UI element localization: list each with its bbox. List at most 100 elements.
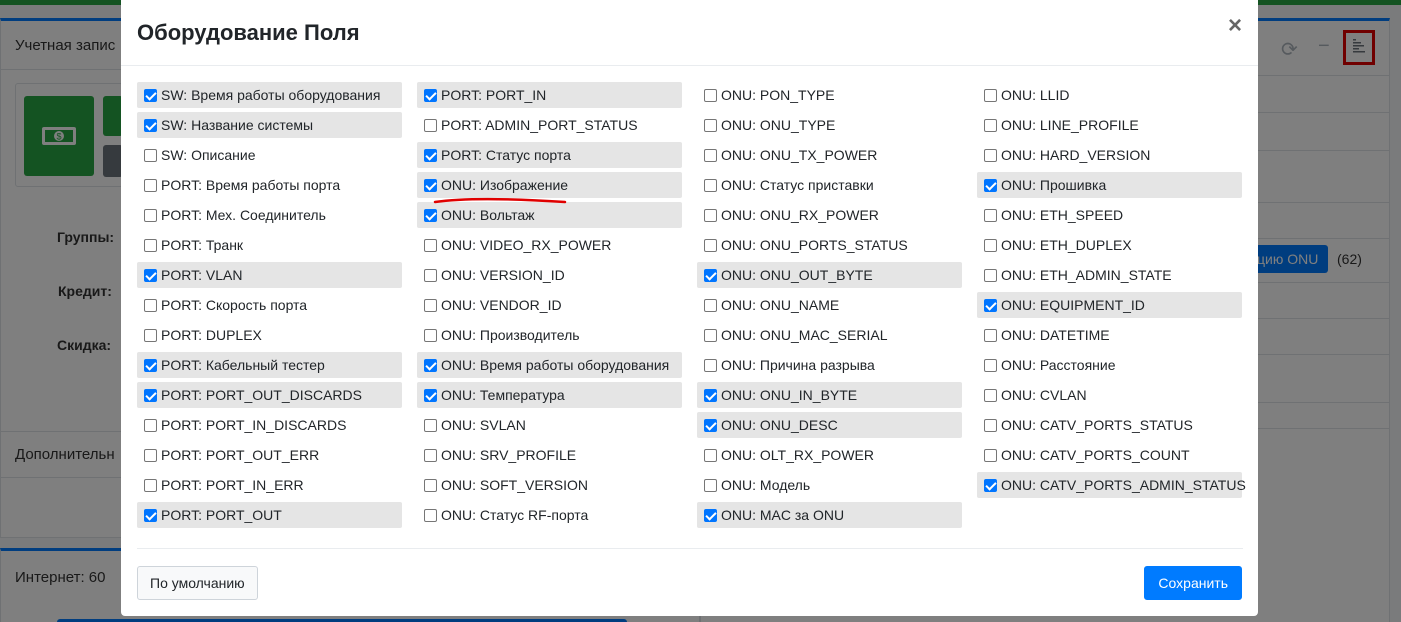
field-option[interactable]: PORT: PORT_IN bbox=[417, 82, 682, 108]
field-option[interactable]: PORT: Время работы порта bbox=[137, 172, 402, 198]
field-option[interactable]: SW: Название системы bbox=[137, 112, 402, 138]
checkbox-unchecked[interactable] bbox=[984, 88, 997, 102]
field-option[interactable]: ONU: ONU_OUT_BYTE bbox=[697, 262, 962, 288]
checkbox-unchecked[interactable] bbox=[144, 448, 157, 462]
field-option[interactable]: PORT: PORT_OUT_ERR bbox=[137, 442, 402, 468]
field-option[interactable]: ONU: ONU_MAC_SERIAL bbox=[697, 322, 962, 348]
field-option[interactable]: ONU: VENDOR_ID bbox=[417, 292, 682, 318]
checkbox-unchecked[interactable] bbox=[704, 358, 717, 372]
checkbox-unchecked[interactable] bbox=[424, 508, 437, 522]
checkbox-unchecked[interactable] bbox=[144, 298, 157, 312]
checkbox-unchecked[interactable] bbox=[144, 418, 157, 432]
field-option[interactable]: ONU: ONU_DESC bbox=[697, 412, 962, 438]
checkbox-checked[interactable] bbox=[424, 178, 437, 192]
checkbox-unchecked[interactable] bbox=[424, 298, 437, 312]
checkbox-unchecked[interactable] bbox=[984, 148, 997, 162]
checkbox-checked[interactable] bbox=[424, 208, 437, 222]
field-option[interactable]: ONU: ETH_SPEED bbox=[977, 202, 1242, 228]
field-option[interactable]: PORT: VLAN bbox=[137, 262, 402, 288]
checkbox-unchecked[interactable] bbox=[144, 328, 157, 342]
field-option[interactable]: ONU: ONU_TYPE bbox=[697, 112, 962, 138]
field-option[interactable]: ONU: CATV_PORTS_STATUS bbox=[977, 412, 1242, 438]
field-option[interactable]: ONU: Время работы оборудования bbox=[417, 352, 682, 378]
checkbox-checked[interactable] bbox=[424, 388, 437, 402]
field-option[interactable]: ONU: LLID bbox=[977, 82, 1242, 108]
field-option[interactable]: ONU: HARD_VERSION bbox=[977, 142, 1242, 168]
checkbox-unchecked[interactable] bbox=[704, 298, 717, 312]
checkbox-checked[interactable] bbox=[144, 268, 157, 282]
checkbox-unchecked[interactable] bbox=[424, 268, 437, 282]
field-option[interactable]: ONU: EQUIPMENT_ID bbox=[977, 292, 1242, 318]
field-option[interactable]: ONU: CATV_PORTS_COUNT bbox=[977, 442, 1242, 468]
field-option[interactable]: ONU: ETH_DUPLEX bbox=[977, 232, 1242, 258]
checkbox-unchecked[interactable] bbox=[704, 478, 717, 492]
field-option[interactable]: ONU: Причина разрыва bbox=[697, 352, 962, 378]
field-option[interactable]: ONU: Изображение bbox=[417, 172, 682, 198]
field-option[interactable]: ONU: Производитель bbox=[417, 322, 682, 348]
field-option[interactable]: PORT: DUPLEX bbox=[137, 322, 402, 348]
checkbox-unchecked[interactable] bbox=[984, 448, 997, 462]
field-option[interactable]: ONU: SRV_PROFILE bbox=[417, 442, 682, 468]
checkbox-unchecked[interactable] bbox=[984, 358, 997, 372]
checkbox-checked[interactable] bbox=[704, 508, 717, 522]
checkbox-checked[interactable] bbox=[704, 418, 717, 432]
field-option[interactable]: ONU: MAC за ONU bbox=[697, 502, 962, 528]
checkbox-unchecked[interactable] bbox=[704, 88, 717, 102]
reset-defaults-button[interactable]: По умолчанию bbox=[137, 566, 258, 600]
checkbox-unchecked[interactable] bbox=[704, 448, 717, 462]
field-option[interactable]: ONU: Статус RF-порта bbox=[417, 502, 682, 528]
checkbox-unchecked[interactable] bbox=[984, 268, 997, 282]
checkbox-checked[interactable] bbox=[424, 148, 437, 162]
checkbox-checked[interactable] bbox=[984, 178, 997, 192]
checkbox-unchecked[interactable] bbox=[984, 208, 997, 222]
checkbox-checked[interactable] bbox=[704, 388, 717, 402]
field-option[interactable]: ONU: Прошивка bbox=[977, 172, 1242, 198]
checkbox-checked[interactable] bbox=[704, 268, 717, 282]
field-option[interactable]: SW: Описание bbox=[137, 142, 402, 168]
field-option[interactable]: PORT: Мех. Соединитель bbox=[137, 202, 402, 228]
field-option[interactable]: PORT: PORT_OUT bbox=[137, 502, 402, 528]
field-option[interactable]: PORT: Статус порта bbox=[417, 142, 682, 168]
checkbox-checked[interactable] bbox=[424, 358, 437, 372]
field-option[interactable]: PORT: Скорость порта bbox=[137, 292, 402, 318]
field-option[interactable]: PORT: PORT_IN_DISCARDS bbox=[137, 412, 402, 438]
field-option[interactable]: ONU: CVLAN bbox=[977, 382, 1242, 408]
checkbox-checked[interactable] bbox=[424, 88, 437, 102]
checkbox-checked[interactable] bbox=[144, 88, 157, 102]
checkbox-unchecked[interactable] bbox=[704, 178, 717, 192]
checkbox-unchecked[interactable] bbox=[704, 328, 717, 342]
checkbox-unchecked[interactable] bbox=[704, 118, 717, 132]
field-option[interactable]: ONU: Модель bbox=[697, 472, 962, 498]
field-option[interactable]: ONU: CATV_PORTS_ADMIN_STATUS bbox=[977, 472, 1246, 498]
checkbox-unchecked[interactable] bbox=[984, 418, 997, 432]
field-option[interactable]: ONU: ONU_NAME bbox=[697, 292, 962, 318]
checkbox-checked[interactable] bbox=[144, 358, 157, 372]
checkbox-unchecked[interactable] bbox=[704, 238, 717, 252]
checkbox-unchecked[interactable] bbox=[424, 238, 437, 252]
field-option[interactable]: ONU: DATETIME bbox=[977, 322, 1242, 348]
checkbox-unchecked[interactable] bbox=[144, 208, 157, 222]
checkbox-unchecked[interactable] bbox=[424, 448, 437, 462]
field-option[interactable]: PORT: PORT_IN_ERR bbox=[137, 472, 402, 498]
checkbox-unchecked[interactable] bbox=[424, 478, 437, 492]
checkbox-checked[interactable] bbox=[144, 508, 157, 522]
field-option[interactable]: ONU: Температура bbox=[417, 382, 682, 408]
checkbox-checked[interactable] bbox=[144, 388, 157, 402]
field-option[interactable]: PORT: PORT_OUT_DISCARDS bbox=[137, 382, 402, 408]
field-option[interactable]: ONU: VIDEO_RX_POWER bbox=[417, 232, 682, 258]
checkbox-unchecked[interactable] bbox=[984, 238, 997, 252]
field-option[interactable]: ONU: VERSION_ID bbox=[417, 262, 682, 288]
checkbox-unchecked[interactable] bbox=[144, 178, 157, 192]
checkbox-checked[interactable] bbox=[984, 478, 997, 492]
field-option[interactable]: ONU: OLT_RX_POWER bbox=[697, 442, 962, 468]
checkbox-unchecked[interactable] bbox=[704, 208, 717, 222]
field-option[interactable]: PORT: ADMIN_PORT_STATUS bbox=[417, 112, 682, 138]
field-option[interactable]: ONU: PON_TYPE bbox=[697, 82, 962, 108]
checkbox-checked[interactable] bbox=[984, 298, 997, 312]
field-option[interactable]: ONU: Расстояние bbox=[977, 352, 1242, 378]
field-option[interactable]: PORT: Транк bbox=[137, 232, 402, 258]
field-option[interactable]: ONU: ETH_ADMIN_STATE bbox=[977, 262, 1242, 288]
checkbox-unchecked[interactable] bbox=[144, 238, 157, 252]
field-option[interactable]: PORT: Кабельный тестер bbox=[137, 352, 402, 378]
checkbox-unchecked[interactable] bbox=[424, 418, 437, 432]
